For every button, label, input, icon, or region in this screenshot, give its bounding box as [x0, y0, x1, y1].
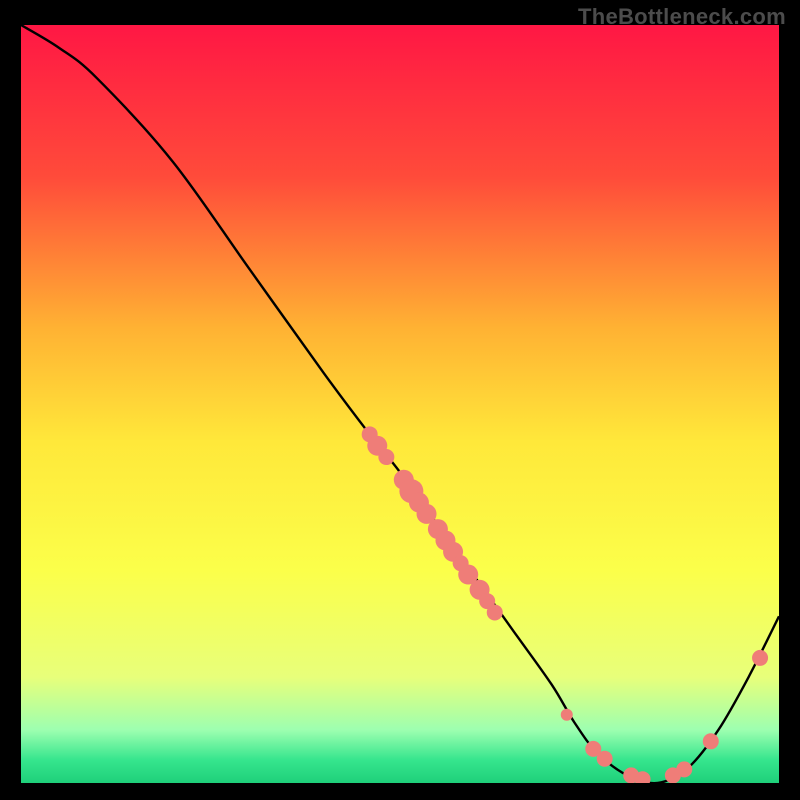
data-marker [676, 761, 692, 777]
data-marker [752, 650, 768, 666]
data-marker [487, 604, 503, 620]
data-marker [561, 709, 573, 721]
bottleneck-chart [21, 25, 779, 783]
data-marker [378, 449, 394, 465]
data-marker [597, 751, 613, 767]
chart-background [21, 25, 779, 783]
data-marker [703, 733, 719, 749]
